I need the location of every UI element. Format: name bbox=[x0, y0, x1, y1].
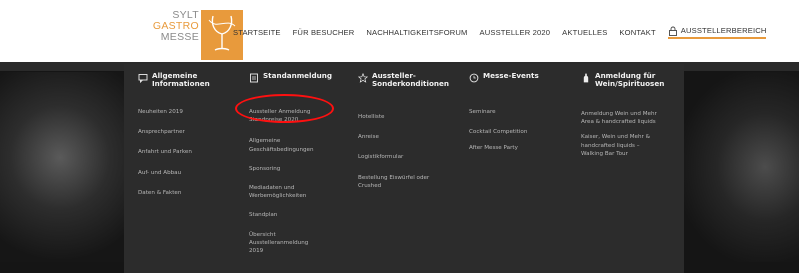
menu-item-walking-bar-tour[interactable]: Kaiser, Wein und Mehr & handcrafted liqu… bbox=[581, 133, 659, 158]
main-navigation: STARTSEITE FÜR BESUCHER NACHHALTIGKEITSF… bbox=[233, 24, 767, 40]
nav-aktuelles[interactable]: AKTUELLES bbox=[562, 28, 607, 37]
menu-column-wein-spirituosen: Anmeldung für Wein/Spirituosen Anmeldung… bbox=[581, 72, 691, 158]
menu-item-neuheiten[interactable]: Neuheiten 2019 bbox=[138, 108, 248, 116]
hero-glass-right bbox=[680, 72, 799, 262]
clock-icon bbox=[469, 73, 479, 83]
nav-ausstellerbereich[interactable]: AUSSTELLERBEREICH bbox=[667, 26, 767, 39]
column-title-line-2: Sonderkonditionen bbox=[372, 79, 449, 88]
bottle-icon bbox=[583, 73, 589, 83]
sylt-gastro-messe-logo[interactable]: SYLT GASTRO MESSE bbox=[147, 10, 243, 60]
column-title-line-1: Standanmeldung bbox=[263, 71, 333, 80]
chat-icon bbox=[138, 74, 148, 83]
column-title-line-1: Messe-Events bbox=[483, 71, 539, 80]
menu-item-sponsoring[interactable]: Sponsoring bbox=[249, 165, 359, 173]
nav-fuer-besucher[interactable]: FÜR BESUCHER bbox=[293, 28, 355, 37]
menu-item-after-messe-party[interactable]: After Messe Party bbox=[469, 144, 579, 152]
menu-item-anmeldung-wein-area[interactable]: Anmeldung Wein und Mehr Area & handcraft… bbox=[581, 110, 659, 126]
logo-line-3: MESSE bbox=[160, 31, 199, 43]
document-icon bbox=[250, 73, 258, 83]
menu-item-hotelliste[interactable]: Hotelliste bbox=[358, 113, 468, 121]
column-title-line-2: Wein/Spirituosen bbox=[595, 79, 665, 88]
nav-ausstellerbereich-label: AUSSTELLERBEREICH bbox=[680, 26, 767, 35]
column-heading: Aussteller- Sonderkonditionen bbox=[358, 72, 468, 102]
column-heading: Messe-Events bbox=[469, 72, 579, 102]
nav-aussteller-2020[interactable]: AUSSTELLER 2020 bbox=[480, 28, 551, 37]
menu-item-mediadaten[interactable]: Mediadaten und Werbemöglichkeiten bbox=[249, 184, 329, 200]
star-icon bbox=[358, 73, 368, 83]
column-title-line-2: Informationen bbox=[152, 79, 210, 88]
menu-column-allgemeine-informationen: Allgemeine Informationen Neuheiten 2019 … bbox=[138, 72, 248, 197]
menu-item-uebersicht-anmeldung[interactable]: Übersicht Ausstelleranmeldung 2019 bbox=[249, 231, 313, 256]
column-heading: Allgemeine Informationen bbox=[138, 72, 248, 102]
logo-wordmark: SYLT GASTRO MESSE bbox=[147, 10, 199, 43]
nav-startseite[interactable]: STARTSEITE bbox=[233, 28, 281, 37]
menu-item-anreise[interactable]: Anreise bbox=[358, 133, 468, 141]
column-heading: Anmeldung für Wein/Spirituosen bbox=[581, 72, 691, 102]
menu-column-sonderkonditionen: Aussteller- Sonderkonditionen Hotelliste… bbox=[358, 72, 468, 190]
highlight-circle-annotation bbox=[235, 94, 334, 123]
lock-icon bbox=[668, 26, 677, 36]
menu-item-ansprechpartner[interactable]: Ansprechpartner bbox=[138, 128, 248, 136]
menu-item-aufbau[interactable]: Auf- und Abbau bbox=[138, 169, 248, 177]
menu-item-daten-fakten[interactable]: Daten & Fakten bbox=[138, 189, 248, 197]
menu-item-anfahrt[interactable]: Anfahrt und Parken bbox=[138, 148, 248, 156]
menu-item-eiswuerfel[interactable]: Bestellung Eiswürfel oder Crushed bbox=[358, 174, 430, 190]
menu-item-logistikformular[interactable]: Logistikformular bbox=[358, 153, 468, 161]
site-header: SYLT GASTRO MESSE STARTSEITE FÜR BESUCHE… bbox=[0, 0, 799, 62]
menu-item-seminare[interactable]: Seminare bbox=[469, 108, 579, 116]
menu-item-cocktail-competition[interactable]: Cocktail Competition bbox=[469, 128, 579, 136]
menu-column-messe-events: Messe-Events Seminare Cocktail Competiti… bbox=[469, 72, 579, 153]
mega-menu-dropdown: Allgemeine Informationen Neuheiten 2019 … bbox=[124, 64, 684, 273]
nav-nachhaltigkeitsforum[interactable]: NACHHALTIGKEITSFORUM bbox=[366, 28, 467, 37]
menu-item-standplan[interactable]: Standplan bbox=[249, 211, 359, 219]
nav-kontakt[interactable]: KONTAKT bbox=[619, 28, 655, 37]
menu-item-agb[interactable]: Allgemeine Geschäftsbedingungen bbox=[249, 137, 329, 153]
